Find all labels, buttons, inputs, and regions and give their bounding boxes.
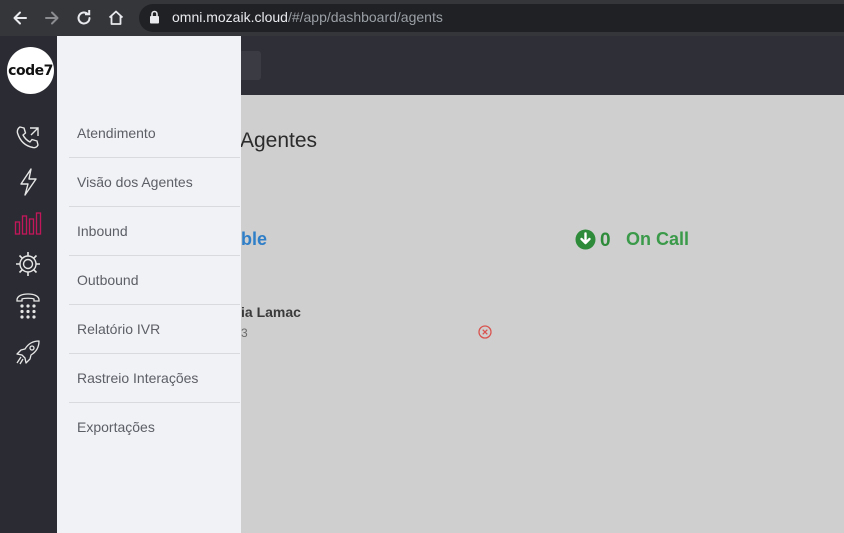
agent-extension: 3	[241, 326, 248, 340]
submenu-item-inbound[interactable]: Inbound	[69, 207, 240, 256]
submenu-item-atendimento[interactable]: Atendimento	[69, 109, 240, 158]
agent-name: ia Lamac	[241, 304, 301, 320]
forward-arrow-icon[interactable]	[39, 5, 65, 31]
dialpad-phone-icon[interactable]	[12, 291, 44, 323]
submenu-item-rastreio-interacoes[interactable]: Rastreio Interações	[69, 354, 240, 403]
submenu-item-relatorio-ivr[interactable]: Relatório IVR	[69, 305, 240, 354]
submenu-item-label: Outbound	[77, 272, 139, 288]
available-status-label: ble	[241, 229, 268, 249]
reload-icon[interactable]	[71, 5, 97, 31]
code7-logo[interactable]: code7	[7, 47, 54, 94]
page-title: Agentes	[240, 129, 318, 152]
logo-text: code7	[8, 62, 53, 79]
url-host: omni.mozaik.cloud	[172, 9, 288, 25]
submenu-item-visao-agentes[interactable]: Visão dos Agentes	[69, 158, 240, 207]
submenu-item-label: Atendimento	[77, 125, 156, 141]
browser-toolbar: omni.mozaik.cloud/#/app/dashboard/agents	[0, 0, 844, 36]
submenu-item-label: Inbound	[77, 223, 128, 239]
sidebar-rail	[0, 36, 57, 533]
home-icon[interactable]	[103, 5, 129, 31]
lock-icon[interactable]	[149, 10, 160, 29]
bar-chart-icon[interactable]	[12, 207, 44, 239]
url-path: /#/app/dashboard/agents	[287, 9, 443, 25]
on-call-label: On Call	[626, 229, 690, 249]
submenu-item-label: Rastreio Interações	[77, 370, 199, 386]
rocket-icon[interactable]	[12, 336, 44, 368]
gear-icon[interactable]	[12, 248, 44, 280]
back-arrow-icon[interactable]	[7, 5, 33, 31]
submenu-item-label: Relatório IVR	[77, 321, 161, 337]
phone-forward-icon[interactable]	[12, 122, 44, 154]
url-text[interactable]: omni.mozaik.cloud/#/app/dashboard/agents	[172, 9, 443, 25]
dashboard-submenu: Atendimento Visão dos Agentes Inbound Ou…	[57, 36, 241, 533]
lightning-icon[interactable]	[12, 166, 44, 198]
on-call-count: 0	[600, 230, 611, 251]
arrow-down-circle-icon	[575, 229, 596, 255]
submenu-item-label: Exportações	[77, 419, 155, 435]
submenu-item-exportacoes[interactable]: Exportações	[69, 403, 240, 452]
submenu-item-label: Visão dos Agentes	[77, 174, 193, 190]
submenu-item-outbound[interactable]: Outbound	[69, 256, 240, 305]
remove-circle-icon[interactable]	[478, 325, 492, 344]
